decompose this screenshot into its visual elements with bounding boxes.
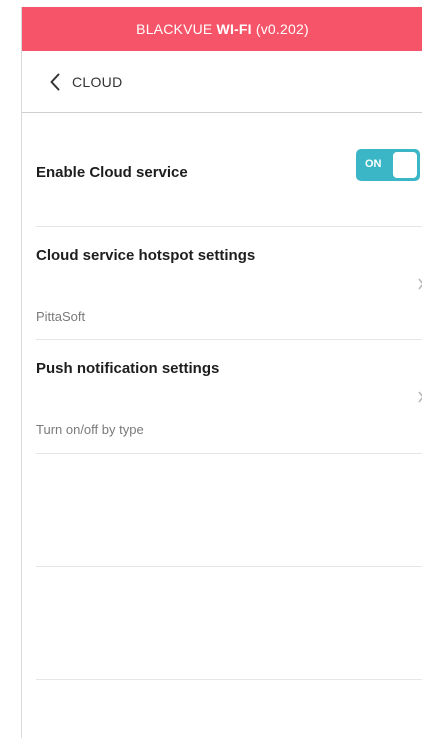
push-settings-row[interactable]: Push notification settings Turn on/off b… bbox=[36, 340, 422, 452]
push-settings-label: Push notification settings bbox=[36, 360, 220, 377]
app-header-bar: BLACKVUE WI-FI (v0.202) bbox=[22, 7, 422, 51]
divider bbox=[36, 453, 422, 454]
back-button[interactable]: CLOUD bbox=[50, 69, 123, 95]
cloud-service-toggle[interactable]: ON bbox=[356, 149, 420, 181]
app-title-prefix: BLACKVUE bbox=[136, 21, 217, 37]
chevron-left-icon bbox=[50, 73, 60, 91]
app-title-bold: WI-FI bbox=[216, 21, 252, 37]
page-title: CLOUD bbox=[72, 74, 123, 90]
navigation-bar: CLOUD bbox=[22, 51, 422, 113]
divider bbox=[36, 679, 422, 680]
push-settings-value: Turn on/off by type bbox=[36, 422, 144, 437]
hotspot-settings-row[interactable]: Cloud service hotspot settings PittaSoft bbox=[36, 227, 422, 339]
toggle-state-label: ON bbox=[365, 158, 382, 170]
toggle-knob bbox=[393, 152, 417, 178]
cloud-service-label: Enable Cloud service bbox=[36, 164, 188, 181]
hotspot-settings-label: Cloud service hotspot settings bbox=[36, 247, 256, 264]
app-title-version: (v0.202) bbox=[251, 21, 309, 37]
divider bbox=[36, 566, 422, 567]
app-title: BLACKVUE WI-FI (v0.202) bbox=[136, 21, 309, 37]
app-screen: BLACKVUE WI-FI (v0.202) CLOUD Enable Clo… bbox=[21, 7, 422, 738]
chevron-right-icon bbox=[418, 277, 422, 290]
chevron-right-icon bbox=[418, 390, 422, 403]
hotspot-settings-value: PittaSoft bbox=[36, 309, 86, 324]
